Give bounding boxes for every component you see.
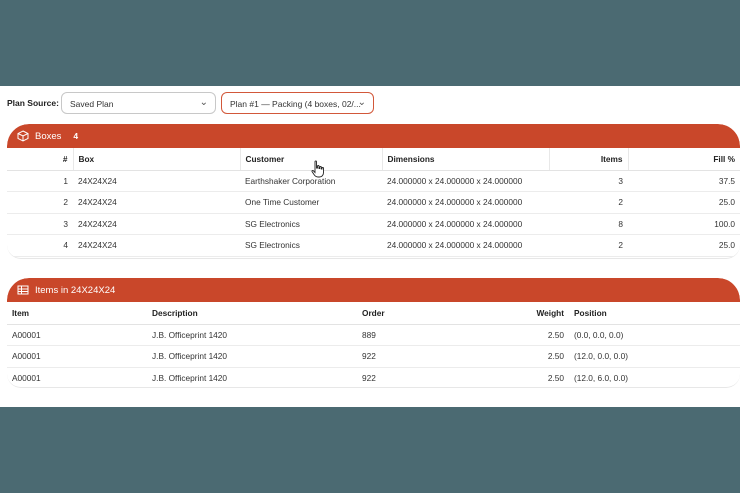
cell-position: (12.0, 6.0, 0.0) <box>569 367 740 387</box>
chevron-down-icon: ⌄ <box>199 97 208 108</box>
table-row[interactable]: A00001 J.B. Officeprint 1420 922 2.50 (1… <box>7 345 740 368</box>
boxes-panel-title: Boxes <box>35 130 62 142</box>
table-icon <box>17 285 29 295</box>
plan-source-value: Saved Plan <box>70 99 114 109</box>
cell-customer: SG Electronics <box>240 234 382 257</box>
cell-dimensions: 24.000000 x 24.000000 x 24.000000 <box>382 213 549 235</box>
cell-description: J.B. Officeprint 1420 <box>147 345 357 368</box>
cell-order: 922 <box>357 367 477 387</box>
cell-box: 24X24X24 <box>73 234 240 257</box>
table-row[interactable]: 3 24X24X24 SG Electronics 24.000000 x 24… <box>7 213 740 235</box>
cell-box: 24X24X24 <box>73 191 240 214</box>
cell-customer: SG Electronics <box>240 213 382 235</box>
cell-items: 8 <box>549 213 628 235</box>
boxes-table: # Box Customer Dimensions Items Fill % 1… <box>7 148 740 257</box>
cell-number: 3 <box>7 213 73 235</box>
boxes-panel: Boxes 4 # Box Customer Dimensions Items … <box>7 124 740 259</box>
app-window: Plan Source: Saved Plan ⌄ Plan #1 — Pack… <box>0 86 740 407</box>
items-table-header: Item Description Order Weight Position <box>7 302 740 325</box>
items-panel: Items in 24X24X24 Item Description Order… <box>7 278 740 388</box>
column-header-item[interactable]: Item <box>7 302 147 325</box>
cell-items: 2 <box>549 191 628 214</box>
cell-fill: 37.5 <box>628 170 740 192</box>
cell-item: A00001 <box>7 367 147 387</box>
cell-dimensions: 24.000000 x 24.000000 x 24.000000 <box>382 191 549 214</box>
items-panel-header[interactable]: Items in 24X24X24 <box>7 278 740 302</box>
cell-description: J.B. Officeprint 1420 <box>147 324 357 346</box>
cell-order: 922 <box>357 345 477 368</box>
column-header-number[interactable]: # <box>7 148 74 171</box>
items-panel-title: Items in 24X24X24 <box>35 284 116 296</box>
cell-items: 2 <box>549 234 628 257</box>
cell-fill: 25.0 <box>628 191 740 214</box>
cell-weight: 2.50 <box>477 324 569 346</box>
cell-dimensions: 24.000000 x 24.000000 x 24.000000 <box>382 170 549 192</box>
cell-fill: 25.0 <box>628 234 740 257</box>
hand-pointer-icon <box>311 160 324 178</box>
column-header-items[interactable]: Items <box>549 148 629 171</box>
column-header-weight[interactable]: Weight <box>477 302 569 325</box>
table-row[interactable]: A00001 J.B. Officeprint 1420 889 2.50 (0… <box>7 324 740 346</box>
table-row[interactable]: 4 24X24X24 SG Electronics 24.000000 x 24… <box>7 234 740 257</box>
cell-number: 2 <box>7 191 73 214</box>
toolbar: Plan Source: Saved Plan ⌄ Plan #1 — Pack… <box>0 92 740 116</box>
cell-order: 889 <box>357 324 477 346</box>
cell-description: J.B. Officeprint 1420 <box>147 367 357 387</box>
cell-weight: 2.50 <box>477 367 569 387</box>
table-row[interactable]: 2 24X24X24 One Time Customer 24.000000 x… <box>7 191 740 214</box>
cell-position: (0.0, 0.0, 0.0) <box>569 324 740 346</box>
plan-source-label: Plan Source: <box>7 98 59 108</box>
cell-item: A00001 <box>7 324 147 346</box>
cell-fill: 100.0 <box>628 213 740 235</box>
boxes-count-badge: 4 <box>73 131 79 141</box>
cell-number: 4 <box>7 234 73 257</box>
cell-dimensions: 24.000000 x 24.000000 x 24.000000 <box>382 234 549 257</box>
plan-source-select[interactable]: Saved Plan ⌄ <box>61 92 216 114</box>
cell-position: (12.0, 0.0, 0.0) <box>569 345 740 368</box>
cube-icon <box>17 130 29 142</box>
column-header-position[interactable]: Position <box>569 302 740 325</box>
cell-customer: One Time Customer <box>240 191 382 214</box>
column-header-box[interactable]: Box <box>73 148 241 171</box>
cell-item: A00001 <box>7 345 147 368</box>
plan-value: Plan #1 — Packing (4 boxes, 02/... <box>230 99 361 109</box>
cell-box: 24X24X24 <box>73 170 240 192</box>
chevron-down-icon: ⌄ <box>357 97 366 108</box>
column-header-order[interactable]: Order <box>357 302 477 325</box>
cell-number: 1 <box>7 170 73 192</box>
boxes-table-header: # Box Customer Dimensions Items Fill % <box>7 148 740 171</box>
boxes-panel-header[interactable]: Boxes 4 <box>7 124 740 148</box>
table-row[interactable]: A00001 J.B. Officeprint 1420 922 2.50 (1… <box>7 367 740 387</box>
column-header-description[interactable]: Description <box>147 302 357 325</box>
column-header-fill[interactable]: Fill % <box>628 148 740 171</box>
table-row[interactable]: 1 24X24X24 Earthshaker Corporation 24.00… <box>7 170 740 192</box>
cell-items: 3 <box>549 170 628 192</box>
plan-select[interactable]: Plan #1 — Packing (4 boxes, 02/... ⌄ <box>221 92 374 114</box>
cell-box: 24X24X24 <box>73 213 240 235</box>
items-table: Item Description Order Weight Position A… <box>7 302 740 387</box>
cell-weight: 2.50 <box>477 345 569 368</box>
column-header-dimensions[interactable]: Dimensions <box>382 148 550 171</box>
